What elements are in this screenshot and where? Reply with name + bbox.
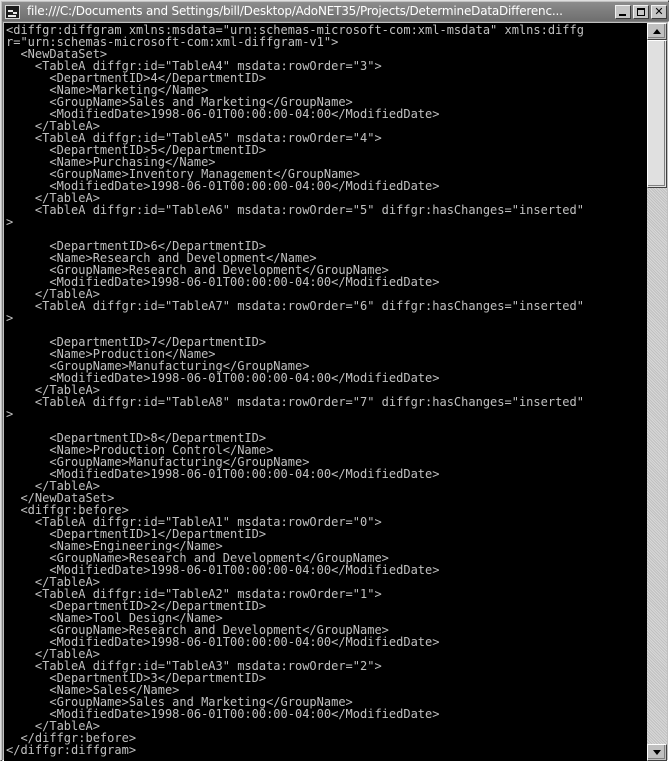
maximize-icon [637, 7, 645, 16]
terminal-output: <diffgr:diffgram xmlns:msdata="urn:schem… [6, 23, 584, 757]
close-icon: ✕ [654, 4, 664, 18]
title-bar[interactable]: file:///C:/Documents and Settings/bill/D… [2, 2, 669, 21]
minimize-icon [619, 13, 626, 16]
scroll-down-button[interactable] [647, 744, 667, 761]
window-title: file:///C:/Documents and Settings/bill/D… [27, 4, 563, 18]
minimize-button[interactable] [615, 4, 631, 19]
console-window: file:///C:/Documents and Settings/bill/D… [0, 0, 669, 761]
vertical-scrollbar[interactable] [647, 23, 667, 761]
chevron-down-icon [653, 750, 661, 755]
chevron-up-icon [653, 29, 661, 34]
maximize-button[interactable] [633, 4, 649, 19]
client-area: <diffgr:diffgram xmlns:msdata="urn:schem… [2, 21, 669, 761]
terminal-screen[interactable]: <diffgr:diffgram xmlns:msdata="urn:schem… [4, 23, 649, 761]
close-button[interactable]: ✕ [651, 4, 667, 19]
scrollbar-thumb[interactable] [647, 40, 667, 188]
scroll-up-button[interactable] [647, 23, 667, 40]
console-icon[interactable] [5, 4, 20, 19]
